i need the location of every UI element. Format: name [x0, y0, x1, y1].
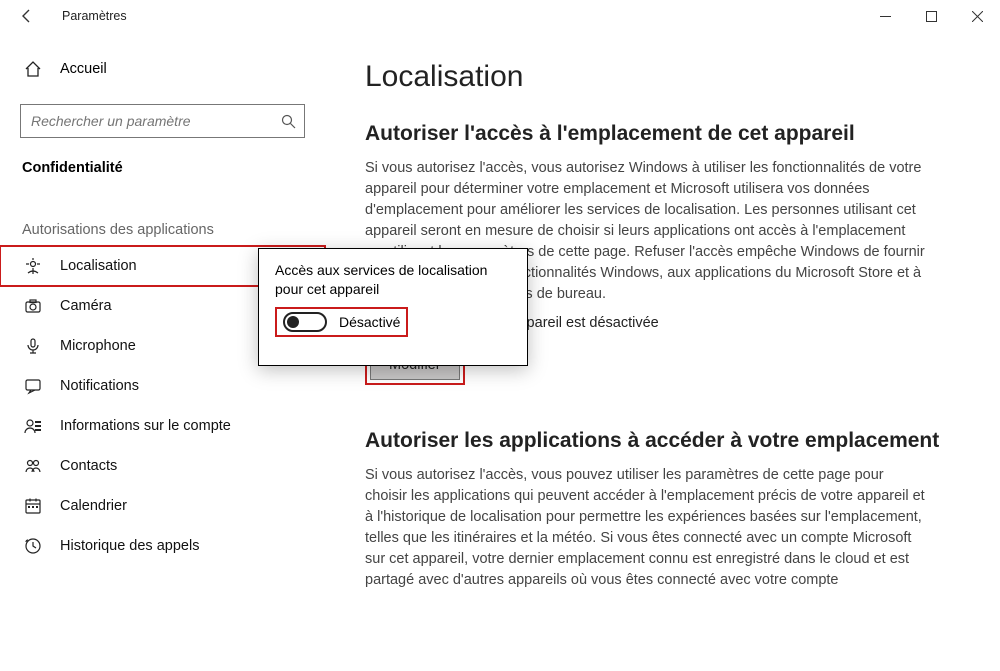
home-label: Accueil: [60, 61, 107, 77]
search-box[interactable]: [20, 104, 305, 138]
home-icon: [24, 60, 42, 78]
location-toggle[interactable]: [283, 312, 327, 332]
section-privacy-label: Confidentialité: [0, 144, 325, 184]
sidebar-item-label: Notifications: [60, 378, 139, 394]
notifications-icon: [24, 377, 42, 395]
location-icon: [24, 257, 42, 275]
maximize-button[interactable]: [908, 0, 954, 32]
location-access-popup: Accès aux services de localisation pour …: [258, 248, 528, 366]
sidebar-item-label: Caméra: [60, 298, 112, 314]
search-input[interactable]: [31, 113, 275, 129]
sidebar-item-notifications[interactable]: Notifications: [0, 366, 325, 406]
sidebar-item-label: Calendrier: [60, 498, 127, 514]
microphone-icon: [24, 337, 42, 355]
contacts-icon: [24, 457, 42, 475]
call-history-icon: [24, 537, 42, 555]
sidebar-item-contacts[interactable]: Contacts: [0, 446, 325, 486]
sidebar-item-label: Microphone: [60, 338, 136, 354]
minimize-button[interactable]: [862, 0, 908, 32]
toggle-state-label: Désactivé: [339, 314, 400, 330]
sidebar-item-account-info[interactable]: Informations sur le compte: [0, 406, 325, 446]
home-button[interactable]: Accueil: [0, 52, 325, 86]
sidebar-item-label: Informations sur le compte: [60, 418, 231, 434]
popup-title: Accès aux services de localisation pour …: [275, 261, 511, 299]
search-icon: [281, 114, 296, 129]
back-button[interactable]: [12, 8, 42, 24]
titlebar: Paramètres: [0, 0, 1000, 32]
sidebar-item-call-history[interactable]: Historique des appels: [0, 526, 325, 566]
section-app-permissions-label: Autorisations des applications: [0, 184, 325, 246]
camera-icon: [24, 297, 42, 315]
page-title: Localisation: [365, 60, 960, 94]
sidebar-item-label: Historique des appels: [60, 538, 199, 554]
section1-heading: Autoriser l'accès à l'emplacement de cet…: [365, 122, 960, 146]
sidebar-item-calendar[interactable]: Calendrier: [0, 486, 325, 526]
section2-heading: Autoriser les applications à accéder à v…: [365, 429, 960, 453]
window-title: Paramètres: [42, 9, 127, 23]
calendar-icon: [24, 497, 42, 515]
close-button[interactable]: [954, 0, 1000, 32]
section2-body: Si vous autorisez l'accès, vous pouvez u…: [365, 465, 925, 591]
sidebar-item-label: Contacts: [60, 458, 117, 474]
sidebar-item-label: Localisation: [60, 258, 137, 274]
account-icon: [24, 417, 42, 435]
